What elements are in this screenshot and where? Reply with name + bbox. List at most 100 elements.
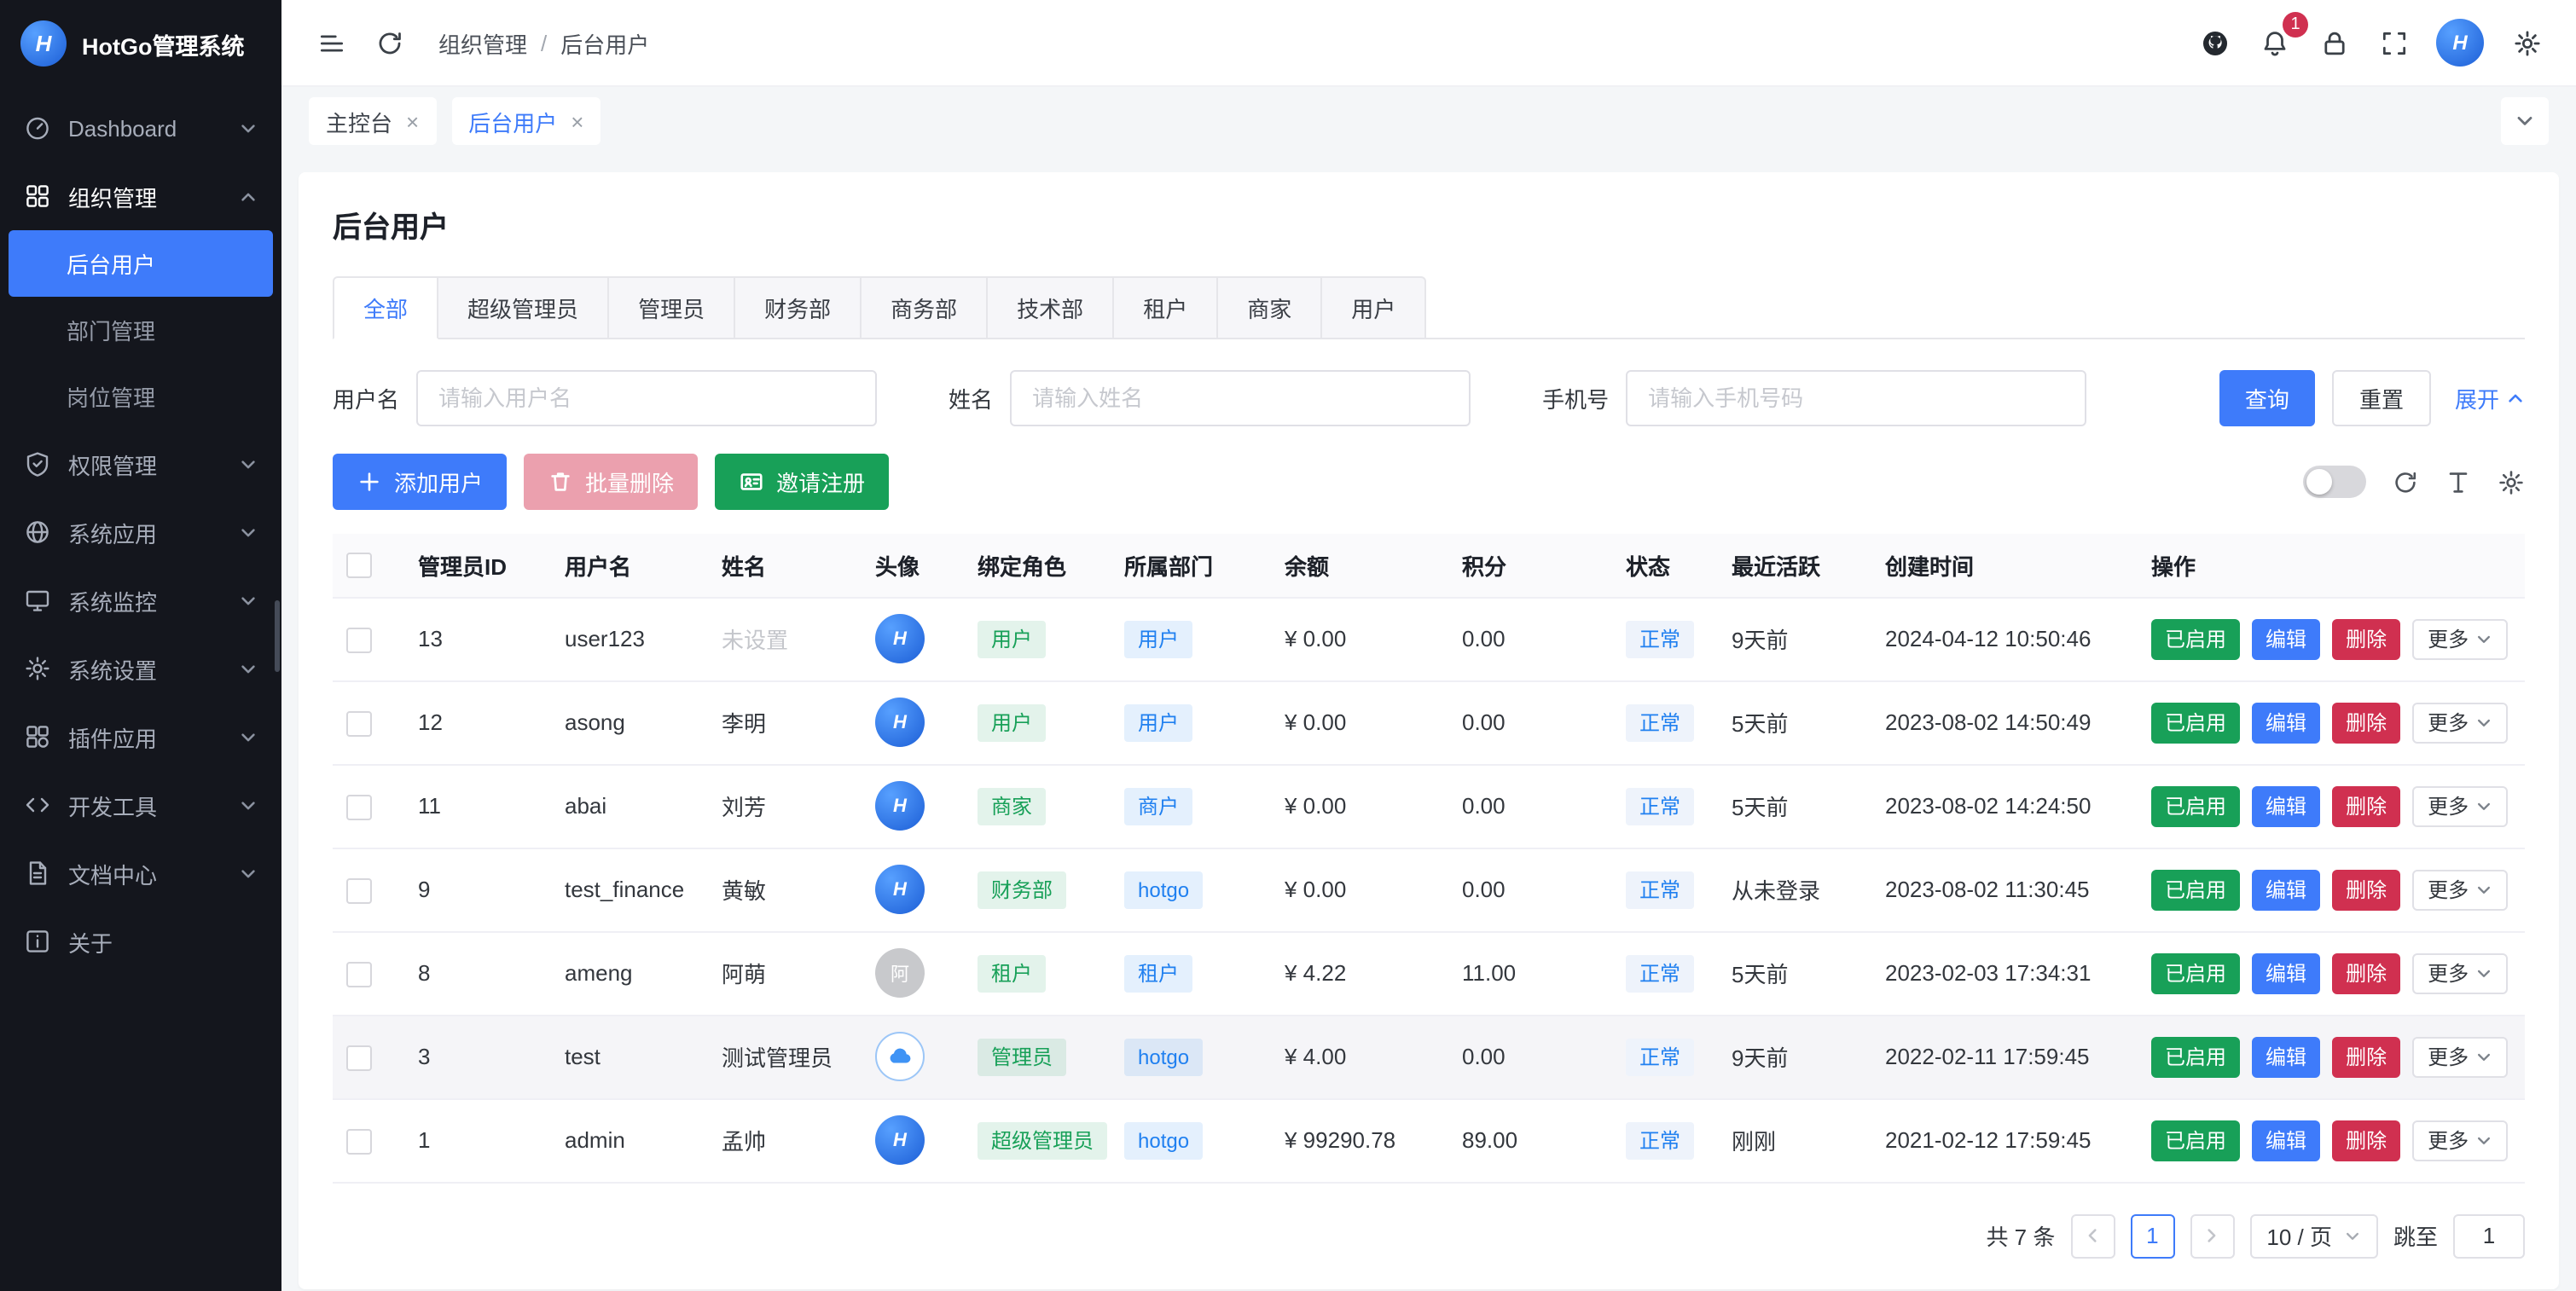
row-checkbox[interactable] xyxy=(346,1045,372,1070)
sidebar-item-org[interactable]: 组织管理 xyxy=(0,162,281,230)
username-input[interactable] xyxy=(416,370,877,426)
batch-delete-button[interactable]: 批量删除 xyxy=(524,454,698,510)
role-tab-6[interactable]: 租户 xyxy=(1114,276,1218,339)
sidebar-item-perm[interactable]: 权限管理 xyxy=(0,430,281,498)
more-button[interactable]: 更多 xyxy=(2412,1120,2508,1161)
close-icon[interactable]: × xyxy=(571,110,583,132)
row-checkbox[interactable] xyxy=(346,794,372,819)
striped-toggle[interactable] xyxy=(2303,466,2366,498)
name-input[interactable] xyxy=(1010,370,1471,426)
delete-button[interactable]: 删除 xyxy=(2332,952,2400,993)
row-height-icon[interactable] xyxy=(2445,468,2472,495)
page-1-button[interactable]: 1 xyxy=(2130,1213,2174,1258)
settings-gear-icon[interactable] xyxy=(2501,17,2552,68)
delete-button[interactable]: 删除 xyxy=(2332,702,2400,743)
edit-button[interactable]: 编辑 xyxy=(2252,702,2320,743)
sidebar-item-dashboard[interactable]: Dashboard xyxy=(0,94,281,162)
notification-bell-icon[interactable]: 1 xyxy=(2248,17,2300,68)
column-settings-gear-icon[interactable] xyxy=(2498,468,2525,495)
close-icon[interactable]: × xyxy=(406,110,419,132)
role-tab-4[interactable]: 商务部 xyxy=(862,276,988,339)
fullscreen-icon[interactable] xyxy=(2368,17,2419,68)
sidebar-scrollbar[interactable] xyxy=(275,600,280,672)
delete-button[interactable]: 删除 xyxy=(2332,785,2400,826)
enabled-button[interactable]: 已启用 xyxy=(2151,1120,2240,1161)
sidebar-item-devtool[interactable]: 开发工具 xyxy=(0,771,281,839)
row-avatar[interactable]: 阿 xyxy=(875,948,925,998)
more-button[interactable]: 更多 xyxy=(2412,618,2508,659)
reload-table-icon[interactable] xyxy=(2392,468,2419,495)
role-tab-8[interactable]: 用户 xyxy=(1322,276,1426,339)
edit-button[interactable]: 编辑 xyxy=(2252,1120,2320,1161)
sidebar-subitem-post[interactable]: 岗位管理 xyxy=(9,363,273,430)
sidebar-item-docs[interactable]: 文档中心 xyxy=(0,839,281,907)
delete-button[interactable]: 删除 xyxy=(2332,869,2400,910)
row-avatar[interactable] xyxy=(875,1032,925,1081)
refresh-icon[interactable] xyxy=(363,17,415,68)
sidebar-item-sysset[interactable]: 系统设置 xyxy=(0,634,281,703)
page-size-select[interactable]: 10 / 页 xyxy=(2249,1213,2378,1258)
edit-button[interactable]: 编辑 xyxy=(2252,1036,2320,1077)
tab-admin-user[interactable]: 后台用户 × xyxy=(451,97,600,145)
lock-screen-icon[interactable] xyxy=(2308,17,2359,68)
role-tab-0[interactable]: 全部 xyxy=(333,276,438,339)
expand-filters-link[interactable]: 展开 xyxy=(2455,382,2525,414)
prev-page-button[interactable] xyxy=(2070,1213,2115,1258)
enabled-button[interactable]: 已启用 xyxy=(2151,952,2240,993)
invite-register-button[interactable]: 邀请注册 xyxy=(715,454,889,510)
enabled-button[interactable]: 已启用 xyxy=(2151,869,2240,910)
row-checkbox[interactable] xyxy=(346,627,372,652)
row-checkbox[interactable] xyxy=(346,710,372,736)
edit-button[interactable]: 编辑 xyxy=(2252,952,2320,993)
row-avatar[interactable]: H xyxy=(875,614,925,663)
row-checkbox[interactable] xyxy=(346,1128,372,1154)
breadcrumb-item[interactable]: 组织管理 xyxy=(438,26,527,59)
enabled-button[interactable]: 已启用 xyxy=(2151,785,2240,826)
collapse-menu-icon[interactable] xyxy=(305,17,357,68)
row-avatar[interactable]: H xyxy=(875,698,925,747)
search-button[interactable]: 查询 xyxy=(2219,370,2315,426)
role-tab-2[interactable]: 管理员 xyxy=(609,276,735,339)
edit-button[interactable]: 编辑 xyxy=(2252,785,2320,826)
tab-dashboard[interactable]: 主控台 × xyxy=(309,97,436,145)
row-avatar[interactable]: H xyxy=(875,865,925,914)
sidebar-subitem-admin-user[interactable]: 后台用户 xyxy=(9,230,273,297)
role-tab-5[interactable]: 技术部 xyxy=(988,276,1114,339)
sidebar-item-sysmon[interactable]: 系统监控 xyxy=(0,566,281,634)
more-button[interactable]: 更多 xyxy=(2412,869,2508,910)
edit-button[interactable]: 编辑 xyxy=(2252,869,2320,910)
delete-button[interactable]: 删除 xyxy=(2332,1120,2400,1161)
enabled-button[interactable]: 已启用 xyxy=(2151,702,2240,743)
page-size-value: 10 / 页 xyxy=(2266,1219,2332,1252)
role-tab-3[interactable]: 财务部 xyxy=(735,276,862,339)
app-logo[interactable]: H HotGo管理系统 xyxy=(0,0,281,87)
row-avatar[interactable]: H xyxy=(875,1115,925,1165)
enabled-button[interactable]: 已启用 xyxy=(2151,618,2240,659)
more-button[interactable]: 更多 xyxy=(2412,952,2508,993)
tabs-collapse-button[interactable] xyxy=(2501,97,2549,145)
user-avatar[interactable]: H xyxy=(2436,19,2484,67)
row-checkbox[interactable] xyxy=(346,877,372,903)
github-icon[interactable] xyxy=(2189,17,2240,68)
more-button[interactable]: 更多 xyxy=(2412,785,2508,826)
more-button[interactable]: 更多 xyxy=(2412,702,2508,743)
delete-button[interactable]: 删除 xyxy=(2332,1036,2400,1077)
row-avatar[interactable]: H xyxy=(875,781,925,831)
sidebar-subitem-dept[interactable]: 部门管理 xyxy=(9,297,273,363)
role-tab-1[interactable]: 超级管理员 xyxy=(438,276,609,339)
sidebar-item-about[interactable]: 关于 xyxy=(0,907,281,975)
jump-page-input[interactable] xyxy=(2453,1213,2525,1258)
sidebar-item-sysapp[interactable]: 系统应用 xyxy=(0,498,281,566)
delete-button[interactable]: 删除 xyxy=(2332,618,2400,659)
edit-button[interactable]: 编辑 xyxy=(2252,618,2320,659)
select-all-checkbox[interactable] xyxy=(346,553,372,579)
enabled-button[interactable]: 已启用 xyxy=(2151,1036,2240,1077)
row-checkbox[interactable] xyxy=(346,961,372,987)
phone-input[interactable] xyxy=(1626,370,2086,426)
more-button[interactable]: 更多 xyxy=(2412,1036,2508,1077)
sidebar-item-plugin[interactable]: 插件应用 xyxy=(0,703,281,771)
add-user-button[interactable]: 添加用户 xyxy=(333,454,507,510)
next-page-button[interactable] xyxy=(2190,1213,2234,1258)
reset-button[interactable]: 重置 xyxy=(2332,370,2431,426)
role-tab-7[interactable]: 商家 xyxy=(1218,276,1322,339)
